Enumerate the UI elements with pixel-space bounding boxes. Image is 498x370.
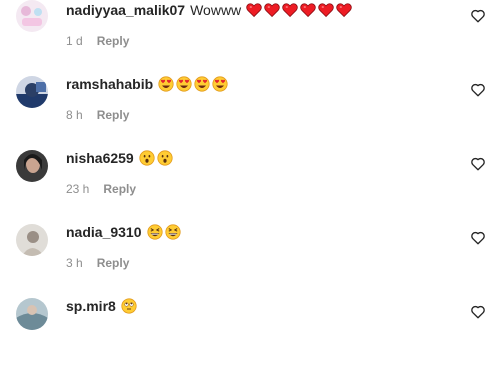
username[interactable]: nadia_9310 bbox=[66, 224, 142, 240]
red-heart-icon bbox=[336, 2, 352, 18]
grinning-squint-icon bbox=[146, 224, 163, 240]
red-heart-icon bbox=[282, 2, 298, 18]
username[interactable]: sp.mir8 bbox=[66, 298, 116, 314]
red-heart-icon bbox=[264, 2, 280, 18]
comment-text: Wowww bbox=[190, 2, 242, 18]
comment-item: nadiyyaa_malik07 Wowww 1 d Reply bbox=[0, 0, 498, 74]
comment-item: nadia_9310 3 h Reply bbox=[0, 222, 498, 296]
avatar[interactable] bbox=[16, 0, 48, 32]
reply-button[interactable]: Reply bbox=[97, 34, 130, 48]
comment-item: sp.mir8 bbox=[0, 296, 498, 370]
avatar[interactable] bbox=[16, 224, 48, 256]
emoji-group bbox=[158, 76, 230, 92]
username[interactable]: nisha6259 bbox=[66, 150, 134, 166]
heart-eyes-icon bbox=[194, 76, 210, 92]
comment-line: nadiyyaa_malik07 Wowww bbox=[66, 0, 354, 20]
avatar[interactable] bbox=[16, 150, 48, 182]
comment-meta: 3 h Reply bbox=[66, 256, 129, 270]
face-rolling-eyes-icon bbox=[121, 298, 137, 314]
timestamp: 1 d bbox=[66, 34, 83, 48]
like-heart-icon[interactable] bbox=[470, 156, 486, 172]
red-heart-icon bbox=[300, 2, 316, 18]
comment-item: nisha6259 23 h Reply bbox=[0, 148, 498, 222]
comment-line: nisha6259 bbox=[66, 148, 175, 168]
comment-meta: 8 h Reply bbox=[66, 108, 129, 122]
comment-meta: 23 h Reply bbox=[66, 182, 136, 196]
red-heart-icon bbox=[246, 2, 262, 18]
emoji-group bbox=[246, 2, 354, 18]
timestamp: 3 h bbox=[66, 256, 83, 270]
timestamp: 23 h bbox=[66, 182, 90, 196]
red-heart-icon bbox=[318, 2, 334, 18]
heart-eyes-icon bbox=[212, 76, 228, 92]
comment-meta: 1 d Reply bbox=[66, 34, 129, 48]
heart-eyes-icon bbox=[176, 76, 192, 92]
username[interactable]: ramshahabib bbox=[66, 76, 153, 92]
like-heart-icon[interactable] bbox=[470, 304, 486, 320]
grinning-squint-icon bbox=[164, 224, 181, 240]
heart-eyes-icon bbox=[158, 76, 174, 92]
comment-item: ramshahabib 8 h Reply bbox=[0, 74, 498, 148]
reply-button[interactable]: Reply bbox=[97, 108, 130, 122]
timestamp: 8 h bbox=[66, 108, 83, 122]
avatar[interactable] bbox=[16, 76, 48, 108]
username[interactable]: nadiyyaa_malik07 bbox=[66, 2, 185, 18]
avatar[interactable] bbox=[16, 298, 48, 330]
comment-line: nadia_9310 bbox=[66, 222, 183, 242]
comment-line: ramshahabib bbox=[66, 74, 230, 94]
emoji-group bbox=[121, 298, 139, 314]
reply-button[interactable]: Reply bbox=[97, 256, 130, 270]
like-heart-icon[interactable] bbox=[470, 230, 486, 246]
reply-button[interactable]: Reply bbox=[103, 182, 136, 196]
like-heart-icon[interactable] bbox=[470, 8, 486, 24]
hushed-face-icon bbox=[139, 150, 155, 166]
emoji-group bbox=[146, 224, 183, 240]
like-heart-icon[interactable] bbox=[470, 82, 486, 98]
comment-line: sp.mir8 bbox=[66, 296, 139, 316]
hushed-face-icon bbox=[157, 150, 173, 166]
emoji-group bbox=[139, 150, 175, 166]
